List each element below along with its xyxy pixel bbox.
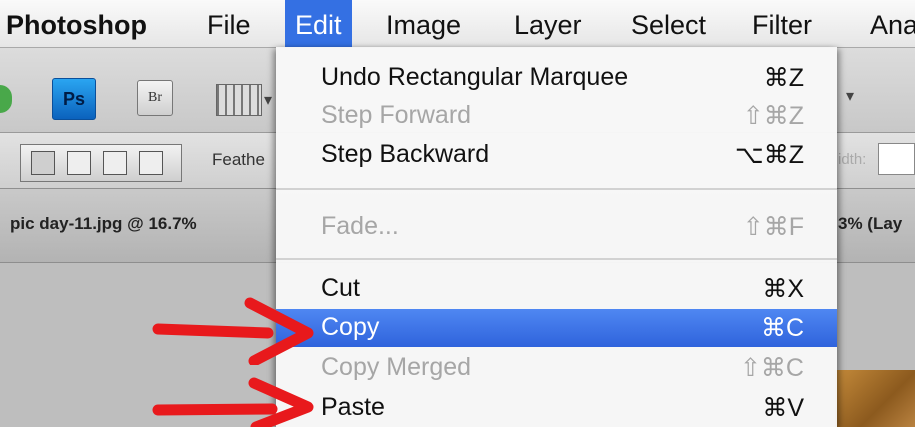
menu-item-shortcut: ⌘V bbox=[762, 394, 804, 422]
edit-menu-dropdown: Undo Rectangular Marquee ⌘Z Step Forward… bbox=[276, 47, 837, 427]
menu-item-cut[interactable]: Cut ⌘X bbox=[276, 270, 837, 308]
menu-item-label: Copy bbox=[321, 313, 380, 341]
menu-item-label: Step Backward bbox=[321, 140, 490, 168]
new-selection-icon[interactable] bbox=[31, 151, 55, 175]
menu-item-copy[interactable]: Copy ⌘C bbox=[276, 309, 837, 347]
bridge-icon[interactable]: Br bbox=[137, 80, 173, 116]
menu-bar: Photoshop File Edit Image Layer Select F… bbox=[0, 0, 915, 48]
document-tab[interactable]: pic day-11.jpg @ 16.7% bbox=[10, 214, 197, 234]
ruler-grid-icon[interactable] bbox=[216, 84, 262, 116]
menu-file[interactable]: File bbox=[207, 0, 251, 47]
chevron-down-icon[interactable]: ▾ bbox=[846, 86, 854, 106]
menu-item-paste[interactable]: Paste ⌘V bbox=[276, 389, 837, 427]
menu-item-label: Fade... bbox=[321, 212, 399, 240]
menu-analysis[interactable]: Ana bbox=[870, 0, 915, 47]
photo-canvas bbox=[835, 370, 915, 427]
menu-layer[interactable]: Layer bbox=[514, 0, 582, 47]
menu-item-shortcut: ⌘C bbox=[760, 314, 804, 342]
menu-edit[interactable]: Edit bbox=[285, 0, 352, 47]
menu-item-label: Paste bbox=[321, 393, 385, 421]
menu-item-label: Undo Rectangular Marquee bbox=[321, 63, 629, 91]
menu-item-undo[interactable]: Undo Rectangular Marquee ⌘Z bbox=[276, 59, 837, 97]
menu-item-step-backward[interactable]: Step Backward ⌥⌘Z bbox=[276, 136, 837, 174]
menu-item-label: Copy Merged bbox=[321, 353, 472, 381]
menu-item-shortcut: ⌘X bbox=[762, 275, 804, 303]
menu-item-label: Step Forward bbox=[321, 101, 472, 129]
menu-item-shortcut: ⌘Z bbox=[763, 64, 804, 92]
menu-select[interactable]: Select bbox=[631, 0, 706, 47]
menu-app-photoshop[interactable]: Photoshop bbox=[6, 0, 147, 47]
red-arrow-copy-icon bbox=[152, 297, 314, 365]
menu-separator bbox=[276, 188, 837, 190]
width-field[interactable] bbox=[878, 143, 915, 175]
menu-item-copy-merged: Copy Merged ⇧⌘C bbox=[276, 349, 837, 387]
menu-item-label: Cut bbox=[321, 274, 360, 302]
width-label: idth: bbox=[838, 151, 867, 168]
menu-item-shortcut: ⇧⌘F bbox=[742, 213, 804, 241]
menu-item-shortcut: ⇧⌘Z bbox=[742, 102, 804, 130]
intersect-selection-icon[interactable] bbox=[139, 151, 163, 175]
menu-item-step-forward: Step Forward ⇧⌘Z bbox=[276, 97, 837, 135]
photoshop-icon[interactable]: Ps bbox=[52, 78, 96, 120]
add-to-selection-icon[interactable] bbox=[67, 151, 91, 175]
selection-mode-group bbox=[20, 144, 182, 182]
feather-label: Feathe bbox=[212, 150, 265, 169]
menu-image[interactable]: Image bbox=[386, 0, 461, 47]
menu-item-shortcut: ⇧⌘C bbox=[739, 354, 804, 382]
red-arrow-paste-icon bbox=[152, 377, 314, 427]
menu-item-shortcut: ⌥⌘Z bbox=[734, 141, 804, 169]
subtract-from-selection-icon[interactable] bbox=[103, 151, 127, 175]
menu-filter[interactable]: Filter bbox=[752, 0, 812, 47]
document-tab[interactable]: 3% (Lay bbox=[838, 214, 902, 234]
chevron-down-icon[interactable]: ▾ bbox=[264, 90, 272, 110]
menu-separator bbox=[276, 258, 837, 260]
menu-item-fade: Fade... ⇧⌘F bbox=[276, 208, 837, 246]
